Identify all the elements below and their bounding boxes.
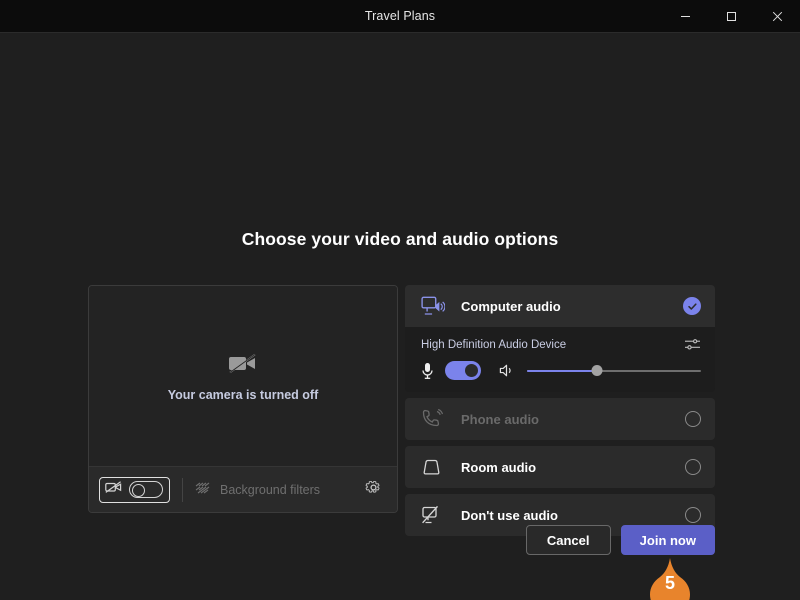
volume-slider-thumb[interactable] bbox=[591, 365, 602, 376]
meeting-prejoin-window: Travel Plans Choose your video and audio… bbox=[0, 0, 800, 600]
minimize-button[interactable] bbox=[662, 0, 708, 32]
microphone-toggle[interactable] bbox=[445, 361, 481, 380]
maximize-button[interactable] bbox=[708, 0, 754, 32]
device-row: High Definition Audio Device bbox=[421, 337, 701, 352]
step-marker: 5 bbox=[646, 557, 694, 600]
no-audio-icon bbox=[421, 505, 447, 525]
background-filters-button[interactable]: Background filters bbox=[195, 482, 320, 498]
phone-audio-icon bbox=[421, 409, 447, 429]
step-marker-number: 5 bbox=[646, 574, 694, 592]
audio-option-label: Room audio bbox=[461, 460, 671, 475]
title-bar: Travel Plans bbox=[0, 0, 800, 33]
prejoin-content: Choose your video and audio options Your… bbox=[0, 33, 800, 600]
camera-off-label: Your camera is turned off bbox=[168, 388, 319, 402]
window-controls bbox=[662, 0, 800, 32]
microphone-icon bbox=[421, 362, 434, 380]
audio-option-selected-check[interactable] bbox=[683, 297, 701, 315]
device-settings-button[interactable] bbox=[359, 476, 387, 504]
gear-icon bbox=[365, 479, 382, 501]
dialog-actions: Cancel Join now bbox=[0, 525, 715, 555]
video-toolbar: Background filters bbox=[89, 466, 397, 512]
audio-options-panel: Computer audio High Definition Audio Dev… bbox=[405, 285, 715, 536]
toolbar-divider bbox=[182, 478, 183, 502]
audio-mixer-row bbox=[421, 361, 701, 380]
join-now-button[interactable]: Join now bbox=[621, 525, 715, 555]
background-filters-label: Background filters bbox=[220, 483, 320, 497]
camera-off-icon bbox=[228, 351, 258, 380]
volume-slider-fill bbox=[527, 370, 597, 372]
camera-off-icon bbox=[105, 480, 122, 499]
audio-option-label: Phone audio bbox=[461, 412, 671, 427]
volume-slider[interactable] bbox=[527, 364, 701, 378]
audio-option-label: Don't use audio bbox=[461, 508, 671, 523]
audio-option-radio[interactable] bbox=[685, 507, 701, 523]
speaker-icon bbox=[499, 363, 514, 378]
video-preview-panel: Your camera is turned off bbox=[88, 285, 398, 513]
audio-device-name: High Definition Audio Device bbox=[421, 339, 684, 351]
video-preview-stage: Your camera is turned off bbox=[89, 286, 397, 466]
camera-toggle[interactable] bbox=[99, 477, 170, 503]
audio-option-computer-audio[interactable]: Computer audio bbox=[405, 285, 715, 327]
audio-option-label: Computer audio bbox=[461, 299, 669, 314]
audio-option-room-audio[interactable]: Room audio bbox=[405, 446, 715, 488]
audio-settings-sliders-icon[interactable] bbox=[684, 337, 701, 352]
audio-device-settings: High Definition Audio Device bbox=[405, 327, 715, 392]
close-button[interactable] bbox=[754, 0, 800, 32]
room-audio-icon bbox=[421, 458, 447, 476]
background-filters-icon bbox=[195, 482, 212, 498]
cancel-button[interactable]: Cancel bbox=[526, 525, 611, 555]
audio-option-radio[interactable] bbox=[685, 411, 701, 427]
computer-audio-icon bbox=[421, 296, 447, 316]
camera-toggle-switch[interactable] bbox=[129, 481, 163, 498]
audio-option-phone-audio[interactable]: Phone audio bbox=[405, 398, 715, 440]
computer-audio-group: Computer audio High Definition Audio Dev… bbox=[405, 285, 715, 392]
page-title: Choose your video and audio options bbox=[0, 229, 800, 250]
audio-option-radio[interactable] bbox=[685, 459, 701, 475]
